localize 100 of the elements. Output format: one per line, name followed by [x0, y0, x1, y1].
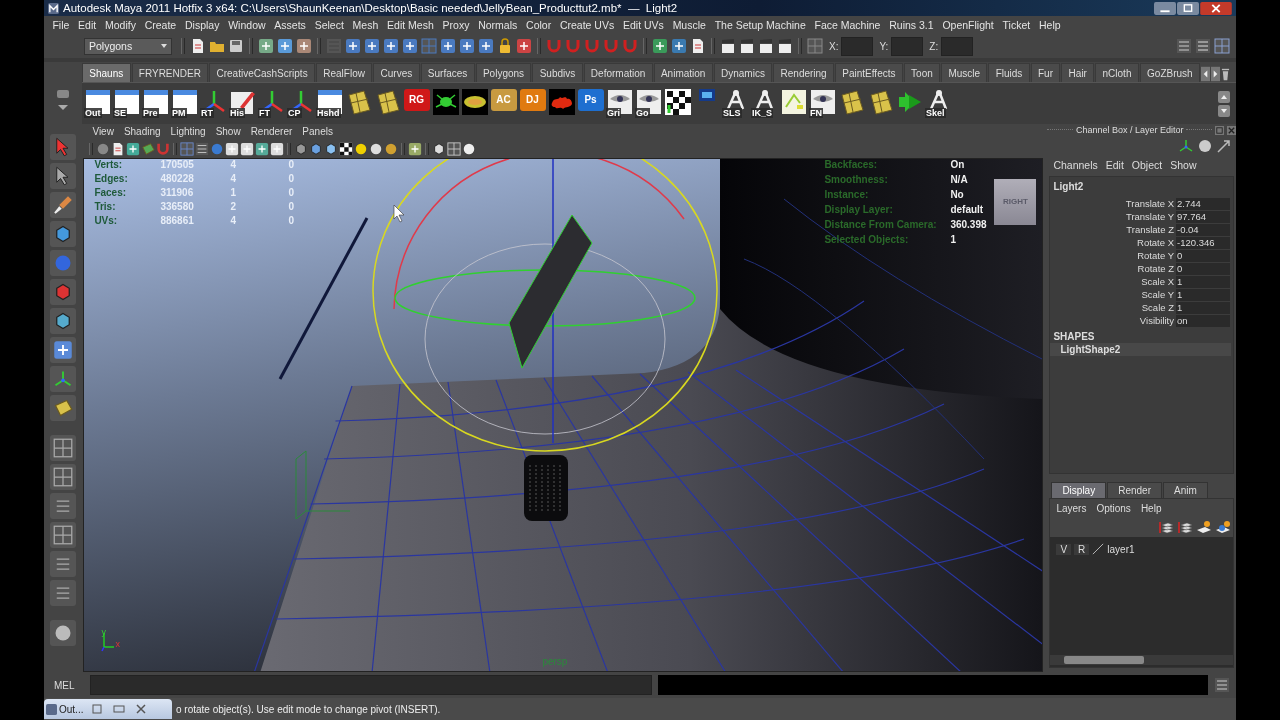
shelf-button[interactable]: Ps — [577, 88, 604, 119]
channel-value-field[interactable]: 97.764 — [1176, 210, 1230, 223]
menu-item[interactable]: Create UVs — [555, 19, 619, 31]
shelf-tab[interactable]: Rendering — [773, 63, 834, 82]
menu-item[interactable]: Help — [1034, 19, 1065, 31]
layer-tab[interactable]: Display — [1051, 482, 1107, 498]
shelf-button[interactable]: Gri — [606, 88, 633, 119]
shelf-tab[interactable]: Toon — [903, 63, 941, 82]
layer-name[interactable]: layer1 — [1107, 543, 1135, 555]
channel-value-field[interactable]: on — [1176, 314, 1230, 327]
menu-item[interactable]: Ruins 3.1 — [884, 19, 938, 31]
channel-label: Scale Y — [1140, 289, 1175, 300]
panel-menu-item[interactable]: Shading — [118, 126, 166, 138]
channel-value-field[interactable]: 1 — [1176, 288, 1230, 301]
shelf-tab[interactable]: RealFlow — [315, 63, 373, 82]
shelf-button[interactable]: FT — [258, 88, 285, 119]
shelf-tab[interactable]: Curves — [373, 63, 420, 82]
command-language-label[interactable]: MEL — [54, 679, 84, 691]
shelf-tab[interactable]: Surfaces — [420, 63, 475, 82]
menu-item[interactable]: Muscle — [668, 19, 711, 31]
channel-menu-item[interactable]: Object — [1129, 159, 1169, 171]
shelf-button[interactable]: SLS — [722, 88, 749, 119]
hud-label: UVs: — [94, 214, 119, 226]
shelf-button[interactable]: SE — [113, 88, 140, 119]
menu-item[interactable]: Create — [140, 19, 181, 31]
menu-item[interactable]: Assets — [269, 19, 311, 31]
menu-item[interactable]: Edit Mesh — [382, 19, 439, 31]
panel-menu-item[interactable]: Panels — [297, 126, 338, 138]
shelf-button[interactable]: Out — [84, 88, 111, 119]
shelf-tab[interactable]: Subdivs — [532, 63, 583, 82]
channel-value-field[interactable]: 2.744 — [1176, 197, 1230, 210]
channel-menu-item[interactable]: Show — [1168, 159, 1203, 171]
shelf-tab[interactable]: Polygons — [475, 63, 532, 82]
panel-menu-item[interactable]: Lighting — [165, 126, 211, 138]
channel-label: Translate Y — [1124, 211, 1175, 222]
shelf-tab[interactable]: Animation — [653, 63, 713, 82]
channel-menu-item[interactable]: Edit — [1103, 159, 1130, 171]
shelf-tab[interactable]: Fur — [1030, 63, 1061, 82]
layer-menu-item[interactable]: Help — [1138, 502, 1170, 514]
layer-tab[interactable]: Anim — [1163, 482, 1208, 498]
menu-item[interactable]: File — [48, 19, 74, 31]
menu-item[interactable]: Ticket — [998, 19, 1035, 31]
logo-badge: Ps — [577, 88, 604, 111]
shelf-tab[interactable]: GoZBrush — [1139, 63, 1200, 82]
shelf-button[interactable]: RG — [403, 88, 430, 119]
shelf-tab[interactable]: FRYRENDER — [131, 63, 209, 82]
channel-value-field[interactable]: 0 — [1176, 262, 1230, 275]
menu-item[interactable]: Window — [223, 19, 270, 31]
menu-item[interactable]: Display — [180, 19, 224, 31]
shelf-button[interactable]: Hshd — [316, 88, 343, 119]
shelf-tab[interactable]: PaintEffects — [835, 63, 903, 82]
channel-label: Rotate X — [1136, 237, 1175, 248]
shelf-button[interactable]: Go — [635, 88, 662, 119]
channel-value-field[interactable]: 1 — [1176, 301, 1230, 314]
menu-item[interactable]: Color — [521, 19, 556, 31]
shape-node[interactable]: LightShape2 — [1050, 343, 1231, 356]
layer-tab[interactable]: Render — [1107, 482, 1162, 498]
shelf-button[interactable]: IK_S — [751, 88, 778, 119]
channel-value-field[interactable]: 1 — [1176, 275, 1230, 288]
menu-item[interactable]: Modify — [100, 19, 141, 31]
shelf-button[interactable]: FN — [809, 88, 836, 119]
hud-value: 2 — [230, 200, 237, 212]
panel-menu-item[interactable]: View — [87, 126, 119, 138]
layer-menu-item[interactable]: Layers — [1054, 502, 1095, 514]
panel-menu-item[interactable]: Show — [210, 126, 246, 138]
shelf-button[interactable]: His — [229, 88, 256, 119]
shelf-tab[interactable]: Shauns — [82, 63, 131, 82]
channel-label: Scale X — [1140, 276, 1175, 287]
panel-menu-item[interactable]: Renderer — [245, 126, 298, 138]
menu-item[interactable]: Mesh — [348, 19, 383, 31]
shelf-tab[interactable]: Dynamics — [713, 63, 773, 82]
menu-item[interactable]: Normals — [473, 19, 522, 31]
menu-item[interactable]: Proxy — [438, 19, 474, 31]
channel-value-field[interactable]: -0.04 — [1176, 223, 1230, 236]
visibility-toggle[interactable]: V — [1056, 543, 1072, 555]
shelf-button[interactable]: Pre — [142, 88, 169, 119]
shelf-tab[interactable]: Muscle — [941, 63, 988, 82]
layer-menu-item[interactable]: Options — [1094, 502, 1139, 514]
shelf-button[interactable]: CP — [287, 88, 314, 119]
shelf-tab[interactable]: Hair — [1061, 63, 1095, 82]
minimized-window[interactable]: Out... — [44, 699, 172, 719]
menu-item[interactable]: Face Machine — [810, 19, 885, 31]
shelf-button[interactable]: RT — [200, 88, 227, 119]
hud-label: Smoothness: — [824, 173, 889, 185]
shelf-tab[interactable]: Fluids — [988, 63, 1030, 82]
shelf-tab[interactable]: CreativeCashScripts — [209, 63, 315, 82]
menu-item[interactable]: Select — [310, 19, 349, 31]
shelf-button[interactable]: Skel — [925, 88, 952, 119]
shelf-button[interactable]: PM — [171, 88, 198, 119]
render-toggle[interactable]: R — [1074, 543, 1090, 555]
menu-item[interactable]: OpenFlight — [938, 19, 999, 31]
menu-item[interactable]: The Setup Machine — [710, 19, 811, 31]
menu-item[interactable]: Edit — [73, 19, 101, 31]
menu-item[interactable]: Edit UVs — [618, 19, 669, 31]
channel-menu-item[interactable]: Channels — [1051, 159, 1104, 171]
channel-value-field[interactable]: -120.346 — [1176, 236, 1230, 249]
shelf-tab[interactable]: nCloth — [1095, 63, 1139, 82]
channel-value-field[interactable]: 0 — [1176, 249, 1230, 262]
shelf-tab[interactable]: Deformation — [583, 63, 653, 82]
mode-dropdown[interactable]: Polygons — [84, 37, 172, 55]
